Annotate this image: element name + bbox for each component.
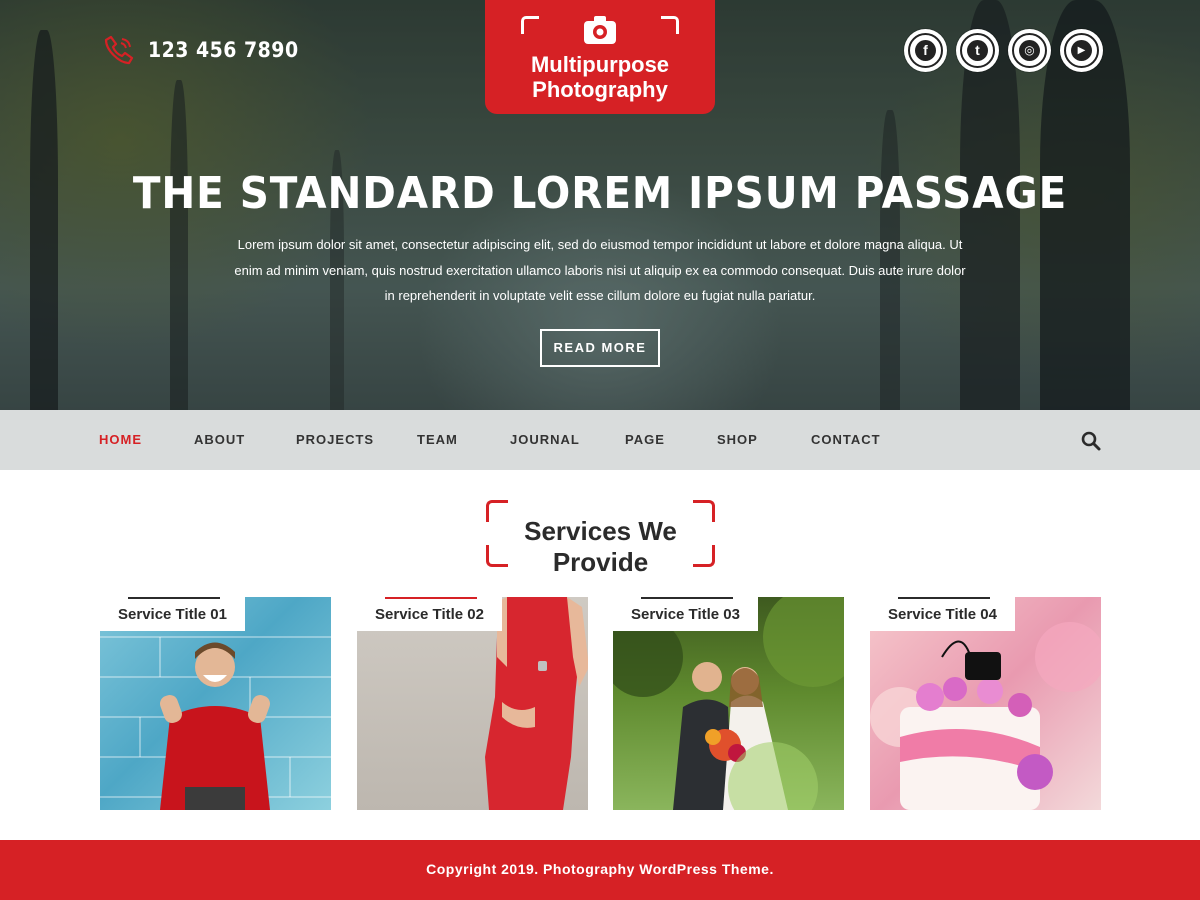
copyright-text: Copyright 2019. Photography WordPress Th… (426, 861, 774, 877)
service-card-4[interactable]: Service Title 04 (870, 597, 1101, 810)
service-title: Service Title 01 (118, 606, 227, 623)
main-nav: HOME ABOUT PROJECTS TEAM JOURNAL PAGE SH… (0, 410, 1200, 470)
logo-text: Multipurpose Photography (485, 52, 715, 102)
nav-page[interactable]: PAGE (625, 410, 665, 470)
service-card-3[interactable]: Service Title 03 (613, 597, 844, 810)
site-logo[interactable]: Multipurpose Photography (485, 0, 715, 114)
instagram-icon: ◎ (1019, 40, 1040, 61)
twitter-follow-badge[interactable]: t (956, 29, 999, 72)
service-card-1[interactable]: Service Title 01 (100, 597, 331, 810)
phone-number: 123 456 7890 (148, 38, 299, 62)
search-icon[interactable] (1080, 430, 1102, 452)
services-heading: Services We Provide (486, 500, 715, 577)
social-links: f t ◎ ▶ (904, 29, 1103, 72)
nav-about[interactable]: ABOUT (194, 410, 245, 470)
service-title: Service Title 02 (375, 606, 484, 623)
service-title: Service Title 04 (888, 606, 997, 623)
nav-team[interactable]: TEAM (417, 410, 458, 470)
nav-home[interactable]: HOME (99, 410, 142, 470)
logo-line-2: Photography (532, 77, 668, 102)
facebook-icon: f (915, 40, 936, 61)
nav-contact[interactable]: CONTACT (811, 410, 881, 470)
youtube-follow-badge[interactable]: ▶ (1060, 29, 1103, 72)
site-footer: Copyright 2019. Photography WordPress Th… (0, 840, 1200, 900)
facebook-follow-badge[interactable]: f (904, 29, 947, 72)
hero-title: THE STANDARD LOREM IPSUM PASSAGE (132, 168, 1068, 219)
service-card-2[interactable]: Service Title 02 (357, 597, 588, 810)
services-title: Services We Provide (524, 516, 677, 577)
nav-projects[interactable]: PROJECTS (296, 410, 374, 470)
phone-icon (104, 35, 134, 65)
service-title: Service Title 03 (631, 606, 740, 623)
logo-line-1: Multipurpose (530, 52, 670, 77)
nav-shop[interactable]: SHOP (717, 410, 758, 470)
phone-contact[interactable]: 123 456 7890 (102, 33, 299, 67)
hero-description: Lorem ipsum dolor sit amet, consectetur … (234, 237, 966, 303)
nav-journal[interactable]: JOURNAL (510, 410, 580, 470)
read-more-button[interactable]: READ MORE (540, 329, 660, 367)
twitter-icon: t (967, 40, 988, 61)
instagram-follow-badge[interactable]: ◎ (1008, 29, 1051, 72)
camera-icon (584, 16, 616, 44)
youtube-icon: ▶ (1071, 40, 1092, 61)
